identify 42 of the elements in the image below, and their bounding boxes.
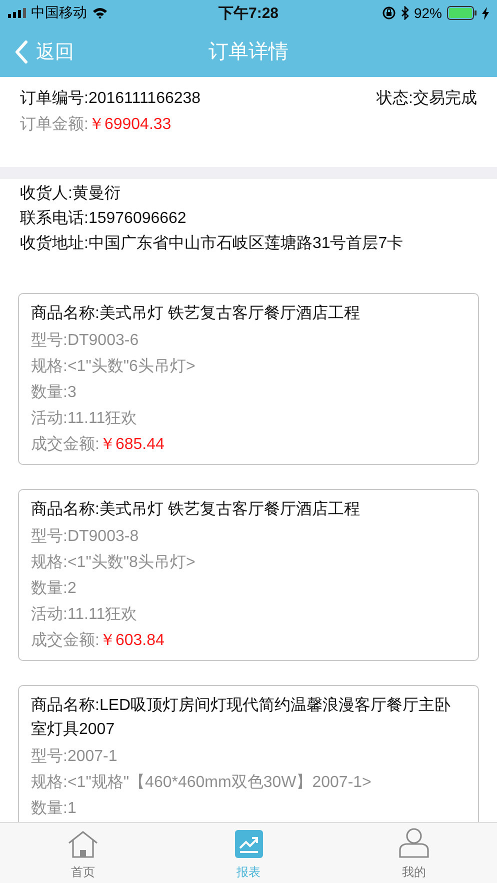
product-detail: 数量:2 [31,579,78,599]
page-title: 订单详情 [208,40,288,65]
person-icon [399,828,430,858]
rotation-lock-icon [382,6,396,20]
product-detail: 数量:3 [31,383,78,403]
amount-label: 订单金额: [20,114,88,135]
signal-icon [8,8,26,18]
product-detail: 规格:<1"规格"【460*460mm双色30W】2007-1> [31,772,372,793]
battery-icon [447,6,477,20]
deal-price: ￥603.84 [99,632,164,649]
product-name: 商品名称:美式吊灯 铁艺复古客厅餐厅酒店工程 [31,500,361,520]
product-name: 商品名称:LED吸顶灯房间灯现代简约温馨浪漫客厅餐厅主卧室灯具2007 [31,696,452,740]
home-icon [66,830,99,858]
product-detail: 数量:1 [31,799,78,819]
product-name: 商品名称:美式吊灯 铁艺复古客厅餐厅酒店工程 [31,304,361,324]
battery-percent: 92% [414,5,442,21]
receiver-info: 收货人:黄曼衍 [19,184,122,204]
carrier-name: 中国移动 [31,4,87,22]
tab-item[interactable]: 报表 [166,823,332,883]
product-detail: 型号:2007-1 [31,747,118,767]
back-chevron-icon [14,40,28,64]
clock-time: 下午7:28 [218,4,279,22]
price-label: 成交金额: [31,436,100,453]
product-detail: 型号:DT9003-8 [31,527,140,547]
product-detail: 活动:11.11狂欢 [31,409,138,429]
charging-bolt-icon [482,6,489,20]
receiver-info: 联系电话:15976096662 [19,208,188,229]
tab-item[interactable]: 首页 [0,823,166,883]
bluetooth-icon [400,6,409,20]
deal-price: ￥685.44 [99,436,164,453]
chart-icon [234,830,262,858]
price-label: 成交金额: [31,632,100,649]
order-number: 订单编号:2016111166238 [20,88,201,109]
wifi-icon [92,7,108,19]
product-detail: 型号:DT9003-6 [31,331,140,351]
product-detail: 规格:<1"头数"6头吊灯> [31,356,196,377]
receiver-info: 收货地址:中国广东省中山市石岐区莲塘路31号首层7卡 [19,234,404,254]
order-status: 状态:交易完成 [376,88,477,109]
product-detail: 活动:11.11狂欢 [31,605,138,625]
order-amount: ￥69904.33 [88,115,172,135]
tab-item[interactable]: 我的 [331,823,497,883]
product-detail: 规格:<1"头数"8头吊灯> [31,552,196,573]
